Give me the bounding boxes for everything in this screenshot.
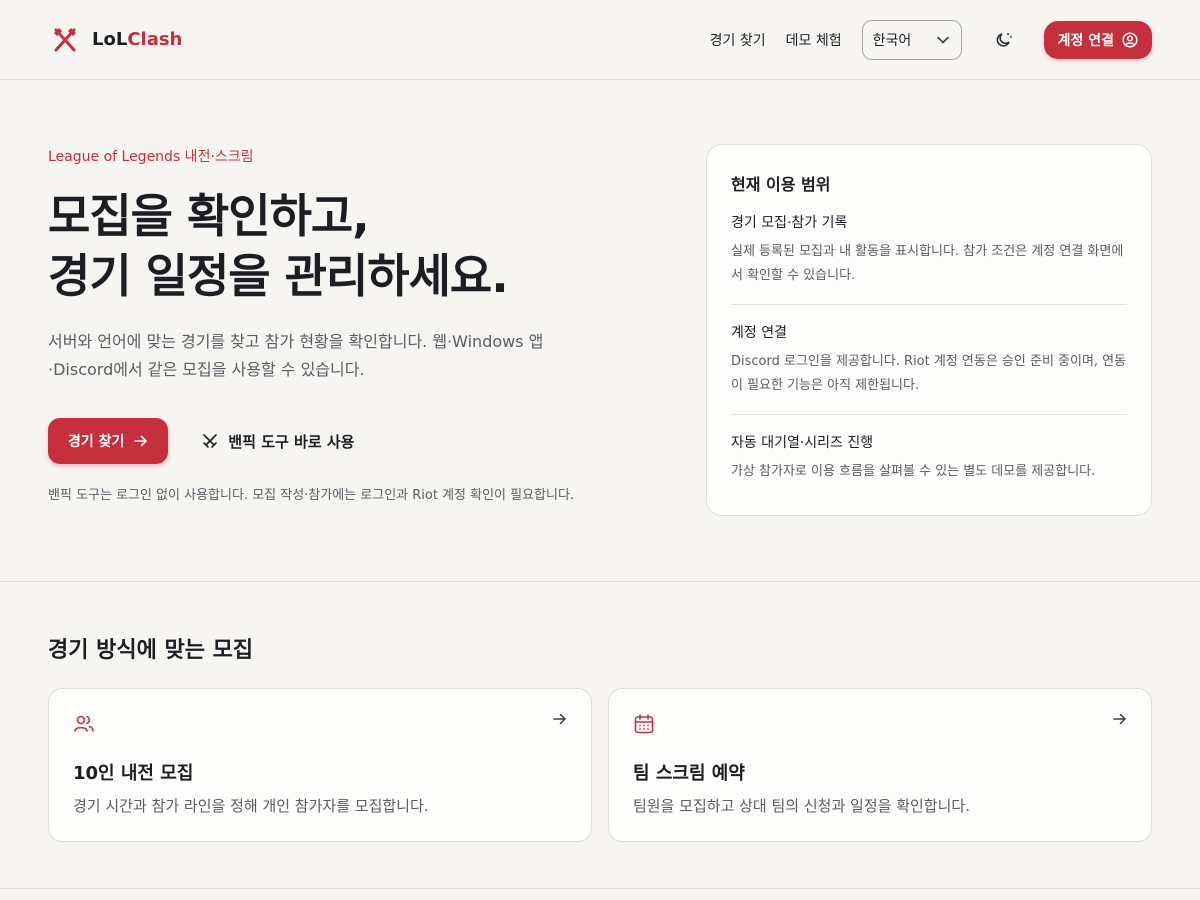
nav-demo[interactable]: 데모 체험 [786,30,842,50]
users-icon [74,715,94,732]
banpick-tool-button[interactable]: 밴픽 도구 바로 사용 [202,431,354,452]
nav-find-match[interactable]: 경기 찾기 [710,30,766,50]
mode-card-inhouse[interactable]: 10인 내전 모집 경기 시간과 참가 라인을 정해 개인 참가자를 모집합니다… [48,688,592,842]
language-select-value: 한국어 [872,32,912,49]
brand-logo[interactable]: LoLClash [52,27,182,53]
scope-title: 현재 이용 범위 [731,175,831,194]
arrow-right-icon [134,435,148,447]
chevron-down-icon [936,36,949,44]
find-match-button[interactable]: 경기 찾기 [48,418,169,464]
modes-section: 경기 방식에 맞는 모집 10인 내전 모집 경기 시간과 참가 라인을 정해 … [0,582,1200,842]
hero-headline-line1: 모집을 확인하고, [48,189,370,243]
scope-item-desc: 실제 등록된 모집과 내 활동을 표시합니다. 참가 조건은 계정 연결 화면에… [731,244,1124,283]
mode-card-desc: 팀원을 모집하고 상대 팀의 신청과 일정을 확인합니다. [633,797,970,815]
scope-item-title: 계정 연결 [731,325,787,341]
hero-cta-row: 경기 찾기 밴픽 도구 바로 사용 [48,418,648,464]
crossed-axes-icon [54,27,76,51]
scope-item-title: 자동 대기열·시리즈 진행 [731,435,874,451]
user-circle-icon [1122,31,1138,48]
hero-lead: 서버와 언어에 맞는 경기를 찾고 참가 현황을 확인합니다. 웹·Window… [48,332,544,379]
mode-grid: 10인 내전 모집 경기 시간과 참가 라인을 정해 개인 참가자를 모집합니다… [48,688,1152,842]
scope-card: 현재 이용 범위 경기 모집·참가 기록 실제 등록된 모집과 내 활동을 표시… [706,144,1152,516]
main-nav: 경기 찾기 데모 체험 한국어 계정 연결 [710,19,1152,60]
hero-fine-print: 밴픽 도구는 로그인 없이 사용합니다. 모집 작성·참가에는 로그인과 Rio… [48,488,575,503]
moon-sun-icon [996,32,1012,47]
calendar-icon [634,714,654,734]
mode-card-title: 10인 내전 모집 [73,763,194,784]
scope-item-desc: 가상 참가자로 이용 흐름을 살펴볼 수 있는 별도 데모를 제공합니다. [731,464,1096,479]
crossed-swords-icon [203,434,218,448]
scope-item: 자동 대기열·시리즈 진행 가상 참가자로 이용 흐름을 살펴볼 수 있는 별도… [731,415,1127,500]
arrow-right-icon [1113,713,1126,725]
hero-eyebrow: League of Legends 내전·스크림 [48,149,254,165]
hero-section: League of Legends 내전·스크림 모집을 확인하고, 경기 일정… [0,80,1200,582]
hero-headline-line2: 경기 일정을 관리하세요. [48,249,509,303]
scope-item-title: 경기 모집·참가 기록 [731,215,848,231]
footer-divider [0,888,1200,889]
mode-card-title: 팀 스크림 예약 [633,763,745,784]
mode-card-scrim[interactable]: 팀 스크림 예약 팀원을 모집하고 상대 팀의 신청과 일정을 확인합니다. [608,688,1152,842]
hero-headline: 모집을 확인하고, 경기 일정을 관리하세요. [48,186,648,306]
theme-toggle-button[interactable] [992,29,1014,51]
mode-card-desc: 경기 시간과 참가 라인을 정해 개인 참가자를 모집합니다. [73,797,429,815]
scope-item: 경기 모집·참가 기록 실제 등록된 모집과 내 활동을 표시합니다. 참가 조… [731,195,1127,305]
connect-account-button[interactable]: 계정 연결 [1043,20,1152,59]
banpick-tool-label: 밴픽 도구 바로 사용 [228,432,355,451]
hero-content: League of Legends 내전·스크림 모집을 확인하고, 경기 일정… [48,146,648,503]
connect-account-label: 계정 연결 [1057,32,1114,49]
modes-title: 경기 방식에 맞는 모집 [48,638,254,663]
find-match-label: 경기 찾기 [68,434,125,450]
brand-name: LoLClash [92,29,183,50]
language-select[interactable]: 한국어 [861,19,962,60]
top-header: LoLClash 경기 찾기 데모 체험 한국어 계정 연결 [0,0,1200,80]
scope-item-desc: Discord 로그인을 제공합니다. Riot 계정 연동은 승인 준비 중이… [731,354,1127,393]
arrow-right-icon [553,713,566,725]
scope-item: 계정 연결 Discord 로그인을 제공합니다. Riot 계정 연동은 승인… [731,305,1127,415]
